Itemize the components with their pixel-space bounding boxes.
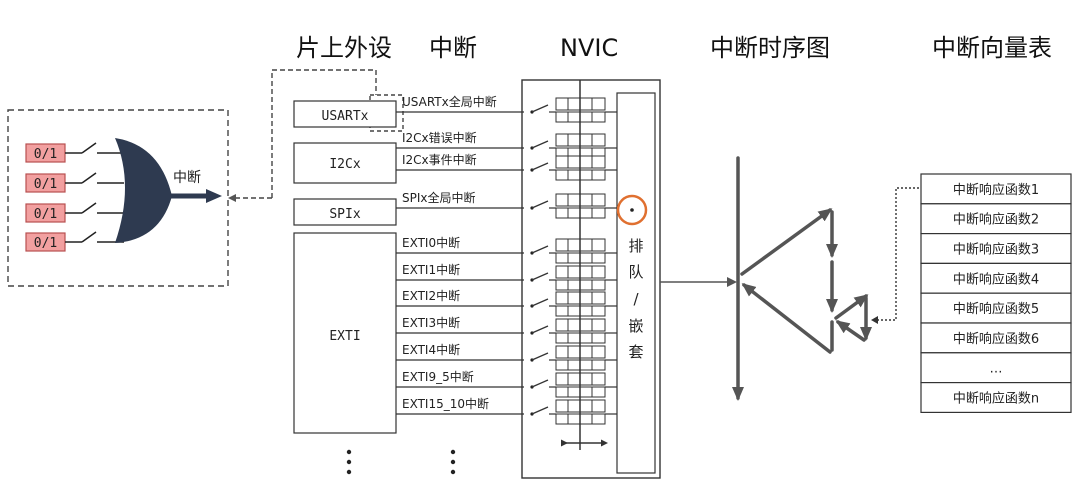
interrupt-line-label: EXTI0中断 [402,235,460,250]
interrupt-line-label: I2Cx错误中断 [402,130,477,145]
gate-input-switch [81,142,97,154]
switch-lever [531,406,549,415]
header-interrupt: 中断 [429,34,477,62]
queue-char: 嵌 [628,317,643,335]
peripheral-label: I2Cx [329,157,360,172]
more-peripherals-dots [346,449,352,475]
header-timing: 中断时序图 [710,34,830,62]
dotted-link-arrowhead [871,316,878,324]
or-gate-shape [115,138,172,243]
peripheral-usartx: USARTx [293,100,397,128]
switch-lever [531,272,549,281]
switch-lever [531,245,549,254]
diagram-canvas: 片上外设 中断 NVIC 中断时序图 中断向量表 0/1 0/1 0/1 0/1 中断… [0,0,1092,489]
more-lines-dots [450,449,456,475]
peripheral-label: SPIx [329,207,360,222]
vector-table-entry: 中断响应函数2 [953,212,1039,228]
gate-input-value: 0/1 [34,236,57,251]
queue-char: 队 [628,263,643,281]
vector-table-entry: 中断响应函数4 [953,271,1039,287]
interrupt-line-label: USARTx全局中断 [402,94,497,109]
gate-output-arrowhead [206,189,222,203]
gate-inputs: 0/1 0/1 0/1 0/1 [25,142,124,252]
vector-table-entry: 中断响应函数1 [953,182,1039,198]
interrupt-line-label: EXTI2中断 [402,288,460,303]
switch-lever [531,298,549,307]
nvic-output-arrowhead [727,277,737,287]
vector-table: 中断响应函数1 中断响应函数2 中断响应函数3 中断响应函数4 中断响应函数5 中断响应函… [920,173,1072,414]
gate-input-switch [81,202,97,214]
peripheral-i2cx: I2Cx [293,142,397,184]
interrupt-line-label: I2Cx事件中断 [402,152,477,167]
vector-table-entry: 中断响应函数3 [953,242,1039,258]
vector-table-entry: 中断响应函数6 [953,331,1039,347]
switch-lever [531,379,549,388]
interrupt-line-label: EXTI4中断 [402,342,460,357]
interrupt-line-label: EXTI3中断 [402,315,460,330]
vector-table-entry: 中断响应函数n [953,391,1039,407]
interrupt-line-label: EXTI15_10中断 [402,396,489,411]
interrupt-line-label: SPIx全局中断 [402,190,476,205]
header-peripherals: 片上外设 [296,34,392,62]
switch-lever [531,140,549,149]
diagram-svg: 片上外设 中断 NVIC 中断时序图 中断向量表 0/1 0/1 0/1 0/1 中断… [7,34,1072,479]
queue-char: 套 [628,343,643,361]
interrupt-line-label: EXTI9_5中断 [402,369,474,384]
interrupt-line-label: EXTI1中断 [402,262,460,277]
switch-lever [531,325,549,334]
vector-table-entry: 中断响应函数5 [953,301,1039,317]
gate-input-switch [81,172,97,184]
switch-lever [531,162,549,171]
gate-input-value: 0/1 [34,207,57,222]
timing-diagram [732,156,872,401]
switch-lever [531,200,549,209]
peripheral-spix: SPIx [293,198,397,226]
nvic-queue-box [616,92,656,474]
highlight-dot [630,208,634,212]
gate-input-switch [81,231,97,243]
peripheral-exti: EXTI [293,232,397,434]
queue-char: 排 [628,237,643,255]
dotted-link-vector-table [873,187,920,321]
vector-table-entry: … [990,362,1003,377]
header-nvic: NVIC [560,34,618,62]
gate-output-label: 中断 [173,170,201,186]
peripheral-label: EXTI [329,329,360,344]
switch-lever [531,104,549,113]
gate-input-value: 0/1 [34,147,57,162]
header-vector-table: 中断向量表 [932,34,1052,62]
gate-input-value: 0/1 [34,177,57,192]
switch-lever [531,352,549,361]
peripheral-label: USARTx [322,109,369,124]
